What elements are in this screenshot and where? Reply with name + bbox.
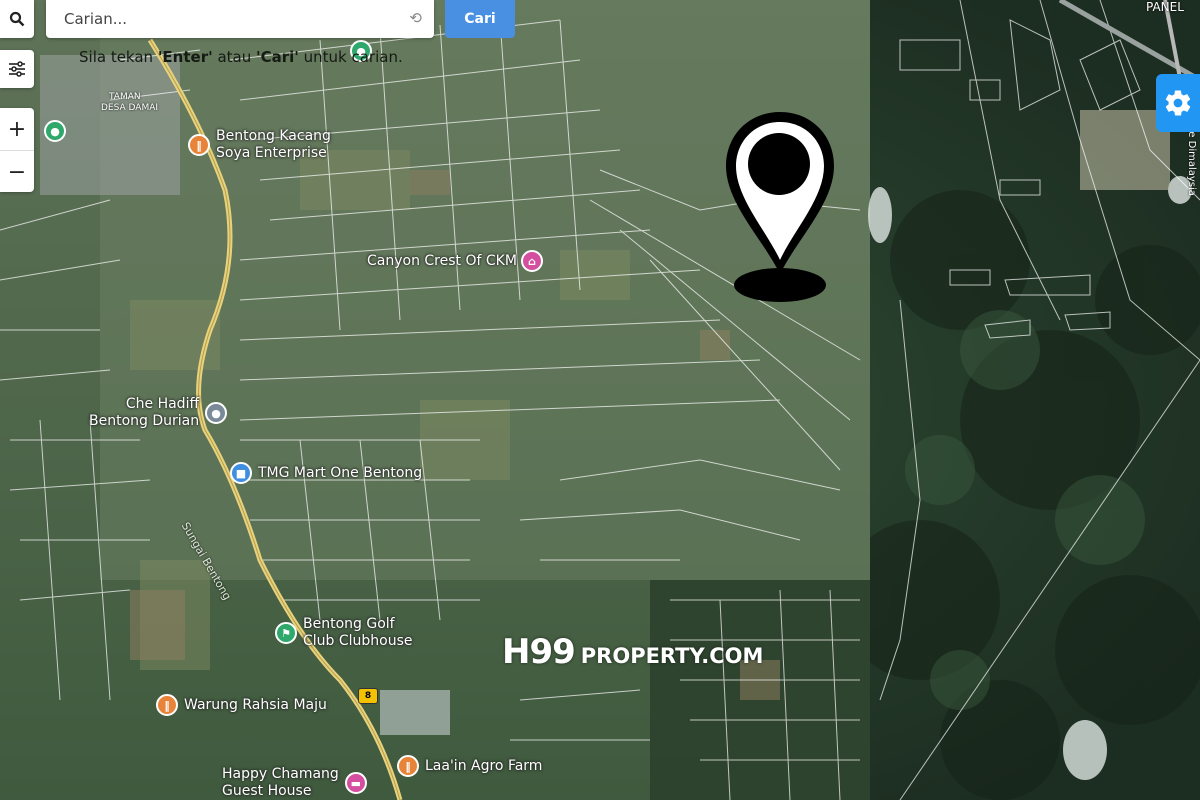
watermark-mark: H99 xyxy=(502,632,576,672)
poi-label: TMG Mart One Bentong xyxy=(258,464,423,481)
poi-unlabeled-green[interactable]: ● xyxy=(44,120,66,142)
poi-bentong-kacang[interactable]: ‖ Bentong Kacang Soya Enterprise xyxy=(188,128,331,162)
search-hint: Sila tekan 'Enter' atau 'Cari' untuk car… xyxy=(79,48,403,66)
restaurant-icon: ‖ xyxy=(397,755,419,777)
area-label-desa-damai: DESA DAMAI xyxy=(101,103,159,113)
settings-button[interactable] xyxy=(1156,74,1200,132)
road-sign: 8 xyxy=(358,688,378,704)
search-button[interactable]: Cari xyxy=(445,0,515,38)
poi-label: Canyon Crest Of CKM xyxy=(367,252,517,269)
location-marker-icon[interactable] xyxy=(720,108,842,304)
search-icon xyxy=(9,11,25,27)
gear-icon xyxy=(1165,90,1191,116)
poi-canyon-crest[interactable]: ⌂ Canyon Crest Of CKM xyxy=(367,250,543,272)
zoom-in-button[interactable]: + xyxy=(0,108,34,151)
watermark-text: PROPERTY.COM xyxy=(580,644,764,668)
zoom-out-button[interactable]: − xyxy=(0,151,34,193)
golf-icon: ⚑ xyxy=(275,622,297,644)
sliders-icon xyxy=(9,61,25,77)
resort-icon: ⌂ xyxy=(520,250,543,272)
search-bar: ⟲ xyxy=(46,0,434,38)
hotel-icon: ▬ xyxy=(344,772,367,794)
place-icon: ● xyxy=(205,402,228,424)
poi-happy-chamang[interactable]: Happy Chamang Guest House ▬ xyxy=(222,766,367,800)
watermark: H99 PROPERTY.COM xyxy=(502,632,763,672)
poi-label: Bentong Golf Club Clubhouse xyxy=(303,616,413,649)
poi-che-hadiff[interactable]: Che Hadiff Bentong Durian ● xyxy=(89,396,228,430)
place-icon: ● xyxy=(44,120,66,142)
restaurant-icon: ‖ xyxy=(156,694,178,716)
poi-label: Laa'in Agro Farm xyxy=(425,757,543,774)
poi-label: Warung Rahsia Maju xyxy=(184,696,327,713)
filter-button[interactable] xyxy=(0,50,34,88)
poi-label: Happy Chamang Guest House xyxy=(222,766,339,799)
search-input[interactable] xyxy=(62,9,386,29)
zoom-controls: + − xyxy=(0,108,34,192)
poi-label: Che Hadiff Bentong Durian xyxy=(89,396,200,429)
search-icon-button[interactable] xyxy=(0,0,34,38)
poi-golf-club[interactable]: ⚑ Bentong Golf Club Clubhouse xyxy=(275,616,413,650)
reset-icon[interactable]: ⟲ xyxy=(409,9,422,27)
poi-label: Bentong Kacang Soya Enterprise xyxy=(216,128,331,161)
area-label-panel: PANEL xyxy=(1146,0,1184,14)
shopping-icon: ■ xyxy=(230,462,252,484)
poi-laain-agro[interactable]: ‖ Laa'in Agro Farm xyxy=(397,755,542,777)
area-label-taman: TAMAN xyxy=(109,92,141,102)
poi-tmg-mart[interactable]: ■ TMG Mart One Bentong xyxy=(230,462,422,484)
poi-warung-rahsia[interactable]: ‖ Warung Rahsia Maju xyxy=(156,694,327,716)
restaurant-icon: ‖ xyxy=(188,134,210,156)
